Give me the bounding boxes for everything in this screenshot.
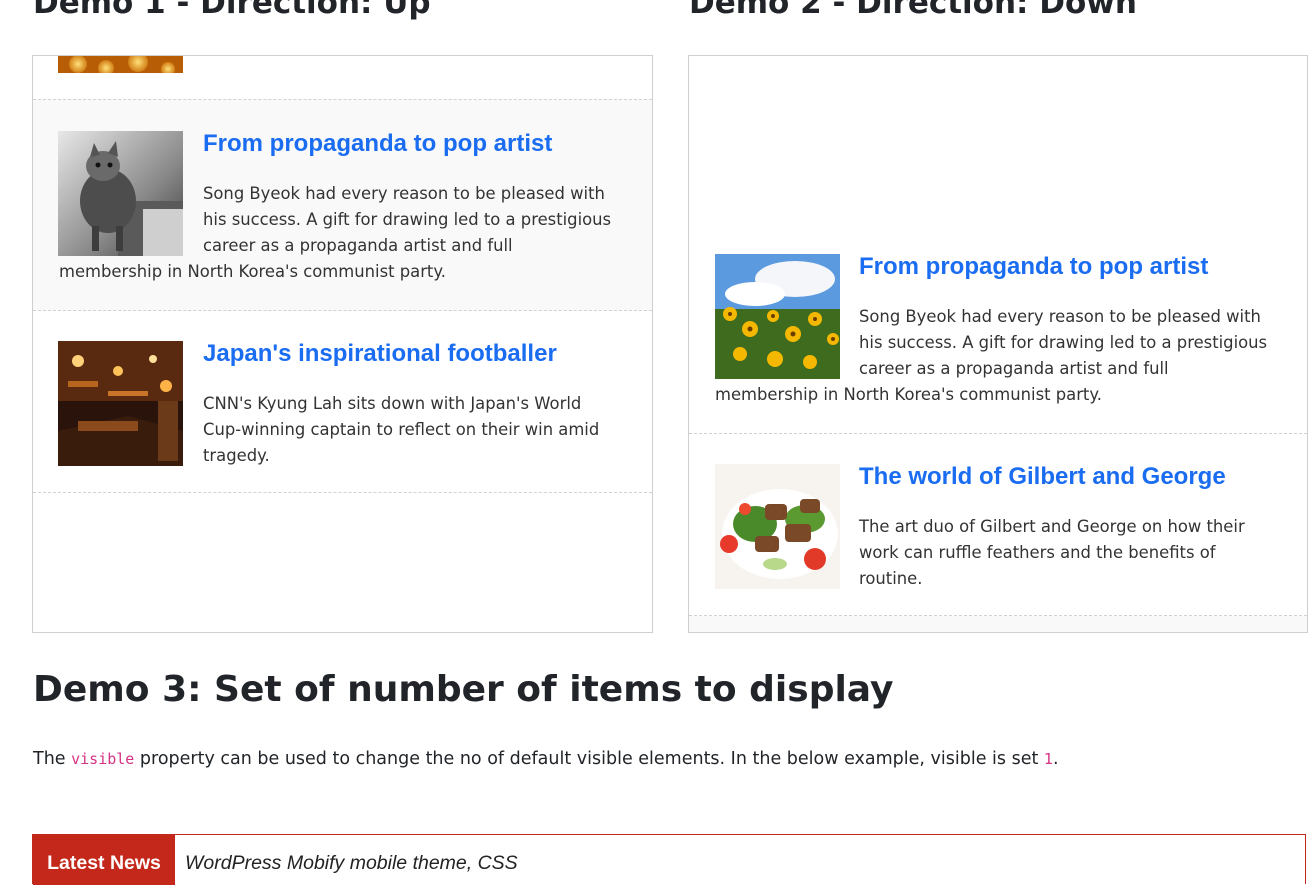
news-description: The art duo of Gilbert and George on how… [859,517,1245,588]
demo2-ticker-box: From propaganda to pop artist Song Byeok… [688,55,1308,633]
demo2-title: Demo 2 - Direction: Down [689,0,1137,21]
news-title-link[interactable]: The world of Gilbert and George [859,463,1226,491]
list-item: The world of Gilbert and George The art … [689,433,1307,616]
demo3-title: Demo 3: Set of number of items to displa… [33,669,894,710]
ticker-label: Latest News [33,835,175,885]
demo1-ticker-box: From propaganda to pop artist Song Byeok… [32,55,653,633]
ticker-headline-link[interactable]: WordPress Mobify mobile theme, CSS [185,835,518,885]
list-item: From propaganda to pop artist Song Byeok… [689,223,1307,434]
news-title-link[interactable]: From propaganda to pop artist [859,253,1208,281]
bar-photo [58,341,183,466]
list-item: Japan's inspirational footballer CNN's K… [33,310,652,493]
news-title-link[interactable]: Japan's inspirational footballer [203,340,557,368]
news-thumbnail [58,56,183,73]
news-description: CNN's Kyung Lah sits down with Japan's W… [203,394,600,465]
code-value: 1 [1043,750,1053,768]
demo3-description: The visible property can be used to chan… [33,749,1059,769]
latest-news-ticker: Latest News WordPress Mobify mobile them… [32,834,1306,885]
news-title-link[interactable]: From propaganda to pop artist [203,130,552,158]
demo1-title: Demo 1 - Direction: Up [33,0,431,21]
list-item [689,616,1307,632]
code-visible: visible [71,750,135,768]
list-item: From propaganda to pop artist Song Byeok… [33,99,652,311]
news-description: Song Byeok had every reason to be please… [59,184,612,281]
news-description: Song Byeok had every reason to be please… [715,307,1268,404]
list-item [33,56,652,100]
salad-photo [715,464,840,589]
